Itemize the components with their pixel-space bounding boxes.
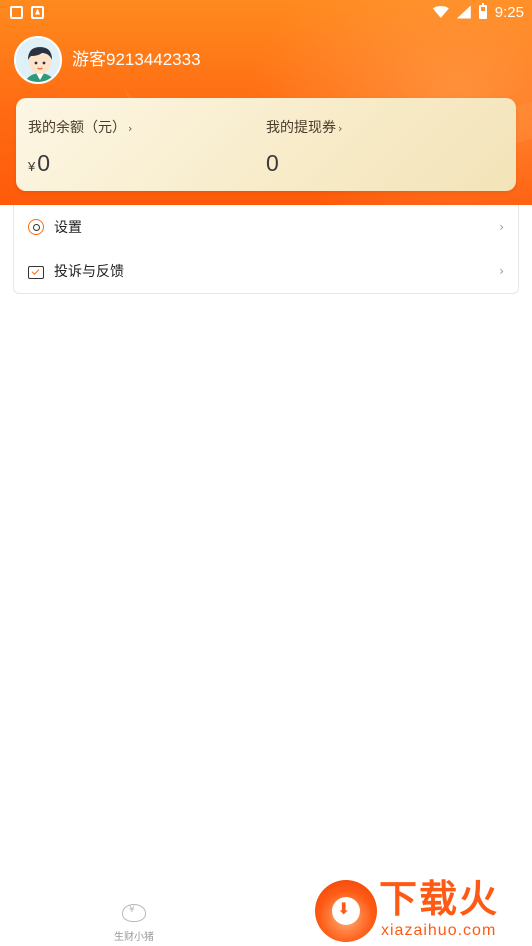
piggy-bank-icon: [122, 904, 146, 922]
watermark-logo: 下载火 xiazaihuo.com: [315, 876, 527, 944]
watermark-title: 下载火: [379, 877, 500, 921]
settings-icon: [28, 219, 44, 235]
menu-item-label: 投诉与反馈: [54, 264, 124, 280]
watermark-subtitle: xiazaihuo.com: [381, 922, 497, 939]
tab-label: 生财小猪: [114, 932, 154, 943]
balance-value: 0: [37, 150, 51, 176]
menu-list: 设置 › 投诉与反馈 ›: [13, 205, 519, 294]
balance-label: 我的余额（元）: [28, 120, 126, 136]
menu-item-feedback[interactable]: 投诉与反馈 ›: [14, 249, 518, 293]
chevron-right-icon: ›: [499, 220, 504, 234]
balance-label-row[interactable]: 我的余额（元） ›: [28, 118, 132, 139]
battery-icon: [478, 3, 487, 19]
flame-download-icon: [315, 880, 377, 942]
currency-symbol: ¥: [28, 159, 36, 174]
username: 游客9213442333: [72, 50, 201, 69]
voucher-label-row[interactable]: 我的提现券 ›: [266, 118, 342, 139]
voucher-chevron-icon: ›: [338, 122, 343, 135]
shield-notification-icon: [10, 5, 23, 19]
balance-value-row: ¥0: [28, 149, 132, 181]
tab-piggy[interactable]: 生财小猪: [104, 904, 164, 944]
voucher-value: 0: [266, 150, 279, 176]
status-time: 9:25: [494, 3, 524, 21]
chevron-right-icon: ›: [499, 264, 504, 278]
status-left-icons: [10, 5, 44, 19]
cell-signal-icon: [456, 5, 471, 19]
voucher-value-row: 0: [266, 149, 342, 177]
avatar[interactable]: [14, 36, 62, 84]
wifi-icon: [432, 6, 449, 18]
voucher-label: 我的提现券: [266, 120, 336, 136]
status-right-icons: 9:25: [432, 3, 524, 21]
menu-item-label: 设置: [54, 220, 82, 236]
balance-section[interactable]: 我的余额（元） › ¥0: [28, 118, 132, 181]
voucher-section[interactable]: 我的提现券 › 0: [266, 118, 342, 177]
balance-chevron-icon: ›: [128, 122, 133, 135]
feedback-icon: [28, 265, 44, 279]
menu-item-settings[interactable]: 设置 ›: [14, 205, 518, 249]
status-bar: 9:25: [0, 0, 532, 24]
wallet-card: 我的余额（元） › ¥0 我的提现券 › 0: [16, 98, 516, 191]
font-notification-icon: [31, 5, 44, 19]
